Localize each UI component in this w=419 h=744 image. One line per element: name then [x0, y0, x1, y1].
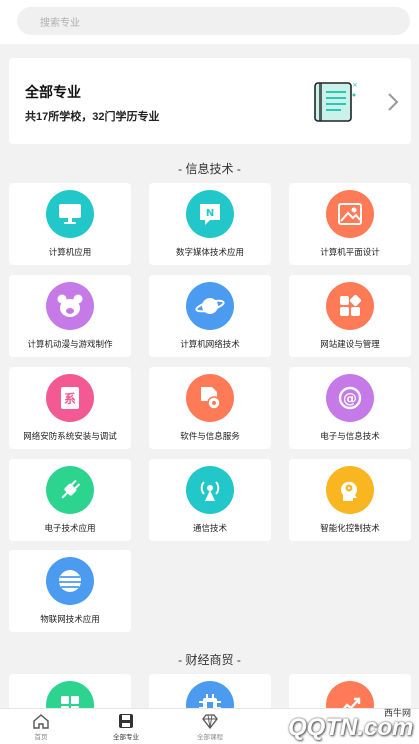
tab-label: 全部课程 — [197, 734, 223, 741]
all-majors-title: 全部专业 — [25, 84, 81, 100]
tab-label: 首页 — [34, 734, 48, 741]
major-label: 软件与信息服务 — [180, 431, 240, 441]
major-card[interactable]: 智能化控制技术 — [289, 459, 411, 541]
tab-all-majors[interactable]: 全部专业 — [96, 713, 156, 743]
image-icon — [326, 190, 374, 238]
plug-icon — [46, 466, 94, 514]
major-label: 数字媒体技术应用 — [175, 247, 244, 257]
major-label: 物联网技术应用 — [40, 614, 100, 624]
diamond-icon — [202, 714, 218, 729]
major-card[interactable]: @ 电子与信息技术 — [289, 367, 411, 449]
tab-home[interactable]: 首页 — [11, 713, 71, 743]
major-label: 计算机网络技术 — [180, 339, 240, 349]
major-label: 计算机动漫与游戏制作 — [27, 339, 113, 349]
all-majors-subtitle: 共17所学校，32门学历专业 — [25, 111, 160, 123]
svg-text:N: N — [206, 208, 214, 219]
major-card[interactable]: 计算机网络技术 — [149, 275, 271, 357]
apps-icon — [326, 282, 374, 330]
chat-n-icon: N — [186, 190, 234, 238]
major-card[interactable]: 计算机平面设计 — [289, 183, 411, 265]
top-bar: 搜索专业 — [0, 0, 419, 44]
major-card[interactable]: 电子技术应用 — [9, 459, 131, 541]
antenna-icon — [186, 466, 234, 514]
document-icon: 系 — [46, 374, 94, 422]
search-placeholder: 搜索专业 — [40, 18, 80, 29]
section-title-finance: - 财经商贸 - — [178, 653, 241, 667]
svg-text:@: @ — [343, 391, 357, 407]
tab-label: 全部专业 — [113, 734, 139, 741]
major-label: 网络安防系统安装与调试 — [23, 431, 117, 441]
major-label: 计算机应用 — [48, 247, 92, 257]
book-icon: × — [314, 81, 357, 122]
major-card[interactable]: 软件与信息服务 — [149, 367, 271, 449]
major-card[interactable]: N 数字媒体技术应用 — [149, 183, 271, 265]
major-card[interactable]: 计算机应用 — [9, 183, 131, 265]
all-majors-card[interactable]: 全部专业 共17所学校，32门学历专业 × — [9, 58, 411, 144]
major-card[interactable]: 物联网技术应用 — [9, 550, 131, 632]
monitor-icon — [46, 190, 94, 238]
svg-text:系: 系 — [64, 391, 76, 406]
head-gear-icon — [326, 466, 374, 514]
major-label: 智能化控制技术 — [320, 523, 380, 533]
svg-text:×: × — [352, 81, 357, 89]
at-icon: @ — [326, 374, 374, 422]
major-card[interactable]: 网站建设与管理 — [289, 275, 411, 357]
bear-icon — [46, 282, 94, 330]
major-card[interactable]: 计算机动漫与游戏制作 — [9, 275, 131, 357]
tab-all-courses[interactable]: 全部课程 — [180, 713, 240, 743]
search-input[interactable]: 搜索专业 — [17, 7, 410, 35]
major-label: 电子技术应用 — [44, 523, 96, 533]
watermark-brand: QQTN.com — [288, 714, 414, 741]
major-label: 计算机平面设计 — [320, 247, 380, 257]
section-title-info-tech: - 信息技术 - — [178, 162, 241, 176]
chevron-right-icon[interactable] — [385, 92, 401, 112]
file-gear-icon — [186, 374, 234, 422]
home-icon — [33, 714, 49, 729]
major-label: 电子与信息技术 — [320, 431, 380, 441]
major-label: 网站建设与管理 — [320, 339, 380, 349]
major-card[interactable]: 系 网络安防系统安装与调试 — [9, 367, 131, 449]
globe-icon — [46, 557, 94, 605]
planet-icon — [186, 282, 234, 330]
watermark: 西牛网 QQTN.com — [252, 700, 417, 742]
major-label: 通信技术 — [192, 523, 227, 533]
major-card[interactable]: 通信技术 — [149, 459, 271, 541]
save-icon — [119, 714, 133, 728]
